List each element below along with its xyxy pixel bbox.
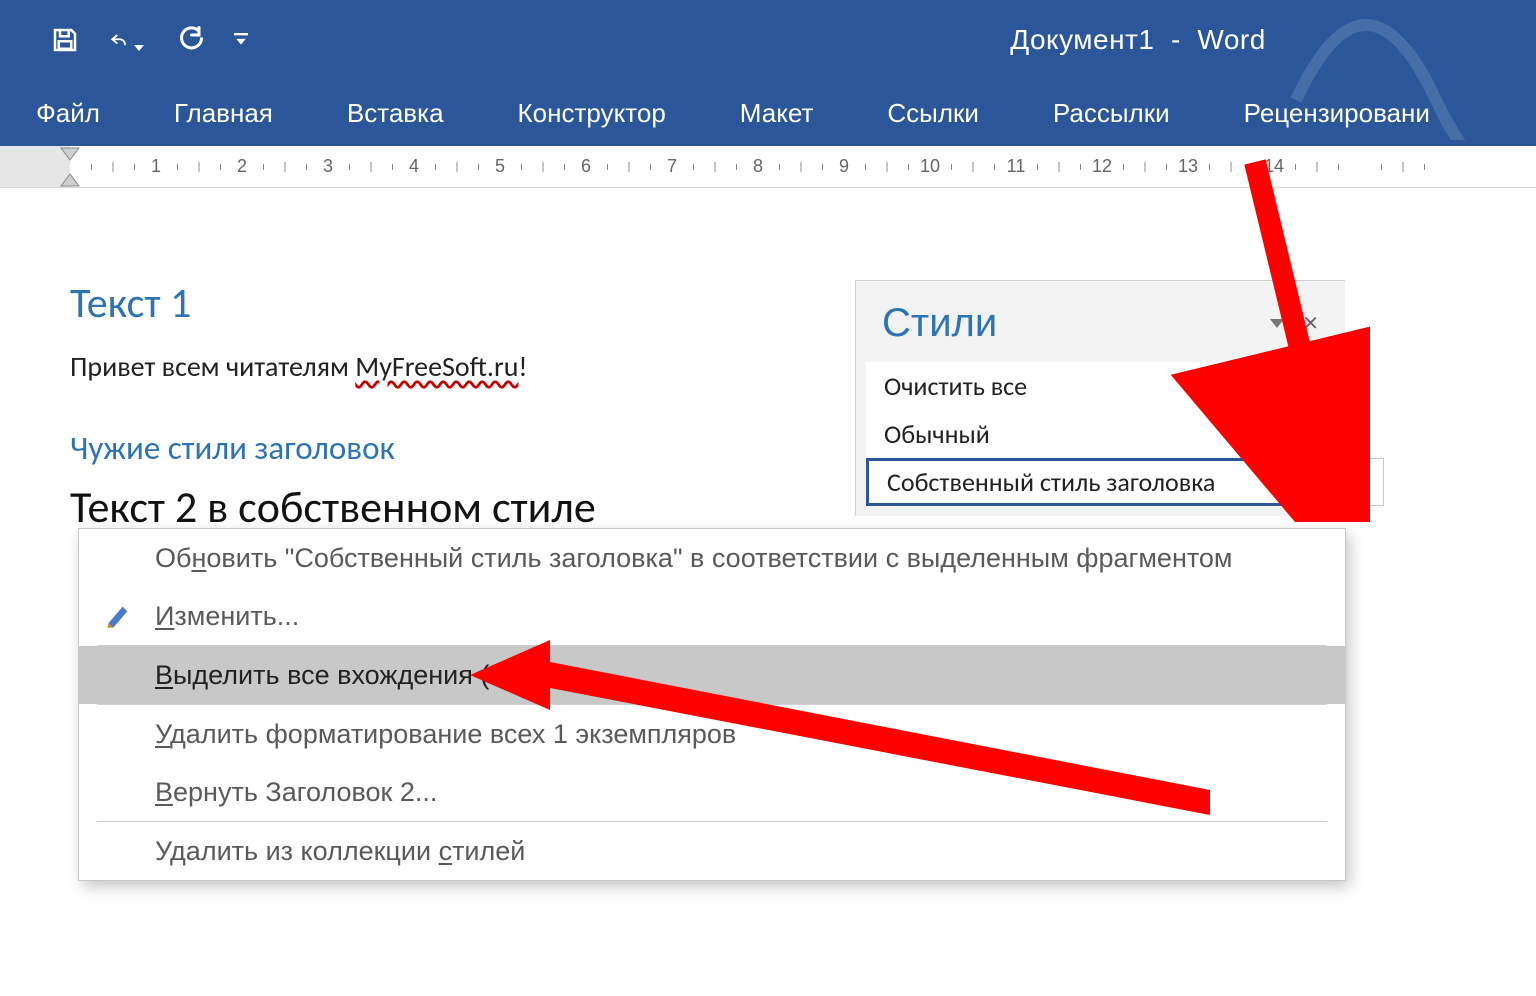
horizontal-ruler[interactable]: 1234567891011121314 bbox=[0, 146, 1536, 188]
styles-pane-close-icon[interactable]: ✕ bbox=[1302, 311, 1319, 336]
style-item-dropdown-button[interactable] bbox=[1332, 458, 1384, 506]
tab-references[interactable]: Ссылки bbox=[887, 98, 979, 129]
pilcrow-icon: ¶ bbox=[1306, 423, 1317, 445]
svg-text:6: 6 bbox=[581, 156, 591, 176]
svg-text:1: 1 bbox=[151, 156, 161, 176]
pilcrow-icon: ¶ bbox=[1303, 471, 1314, 493]
tab-file[interactable]: Файл bbox=[36, 98, 100, 129]
svg-text:9: 9 bbox=[839, 156, 849, 176]
menu-select-all-instances[interactable]: Выделить все вхождения (1) bbox=[79, 646, 1345, 704]
svg-text:5: 5 bbox=[495, 156, 505, 176]
svg-text:11: 11 bbox=[1007, 156, 1026, 176]
style-item-normal[interactable]: Обычный ¶ bbox=[866, 410, 1335, 458]
spelling-error[interactable]: MyFreeSoft.ru bbox=[355, 349, 518, 384]
tab-review[interactable]: Рецензировани bbox=[1244, 98, 1430, 129]
undo-button[interactable] bbox=[110, 23, 144, 57]
chevron-down-icon bbox=[1349, 477, 1367, 488]
save-button[interactable] bbox=[48, 23, 82, 57]
qat-customize-dropdown-icon[interactable] bbox=[234, 31, 248, 49]
undo-dropdown-icon[interactable] bbox=[134, 45, 144, 51]
redo-button[interactable] bbox=[172, 23, 206, 57]
style-context-menu: Обновить "Собственный стиль заголовка" в… bbox=[78, 528, 1346, 881]
style-item-clear-all[interactable]: Очистить все bbox=[866, 362, 1335, 410]
style-item-custom-heading[interactable]: Собственный стиль заголовка ¶ bbox=[866, 458, 1335, 506]
menu-update-to-match[interactable]: Обновить "Собственный стиль заголовка" в… bbox=[79, 529, 1345, 587]
styles-pane-header: Стили ✕ bbox=[856, 281, 1345, 362]
svg-text:10: 10 bbox=[920, 156, 940, 176]
styles-list: Очистить все Обычный ¶ Собственный стиль… bbox=[866, 362, 1335, 506]
menu-modify[interactable]: Изменить... bbox=[79, 587, 1345, 645]
svg-text:8: 8 bbox=[753, 156, 763, 176]
svg-text:7: 7 bbox=[667, 156, 677, 176]
menu-revert[interactable]: Вернуть Заголовок 2... bbox=[79, 763, 1345, 821]
styles-task-pane: Стили ✕ Очистить все Обычный ¶ Собственн… bbox=[855, 280, 1345, 516]
svg-text:13: 13 bbox=[1178, 156, 1198, 176]
tab-insert[interactable]: Вставка bbox=[347, 98, 444, 129]
tab-design[interactable]: Конструктор bbox=[518, 98, 666, 129]
svg-text:14: 14 bbox=[1264, 156, 1284, 176]
styles-pane-options-icon[interactable] bbox=[1270, 319, 1284, 328]
svg-text:2: 2 bbox=[237, 156, 247, 176]
tab-mailings[interactable]: Рассылки bbox=[1053, 98, 1170, 129]
svg-text:4: 4 bbox=[409, 156, 419, 176]
styles-pane-title: Стили bbox=[882, 301, 997, 346]
title-bar: Документ1 - Word bbox=[0, 0, 1536, 80]
tab-home[interactable]: Главная bbox=[174, 98, 273, 129]
tab-layout[interactable]: Макет bbox=[740, 98, 814, 129]
svg-text:3: 3 bbox=[323, 156, 333, 176]
quick-access-toolbar bbox=[0, 23, 248, 57]
modify-icon bbox=[101, 599, 135, 633]
ribbon-tabs: Файл Главная Вставка Конструктор Макет С… bbox=[0, 80, 1536, 146]
svg-text:12: 12 bbox=[1092, 156, 1112, 176]
menu-clear-formatting[interactable]: Удалить форматирование всех 1 экземпляро… bbox=[79, 705, 1345, 763]
menu-delete-from-gallery[interactable]: Удалить из коллекции стилей bbox=[79, 822, 1345, 880]
